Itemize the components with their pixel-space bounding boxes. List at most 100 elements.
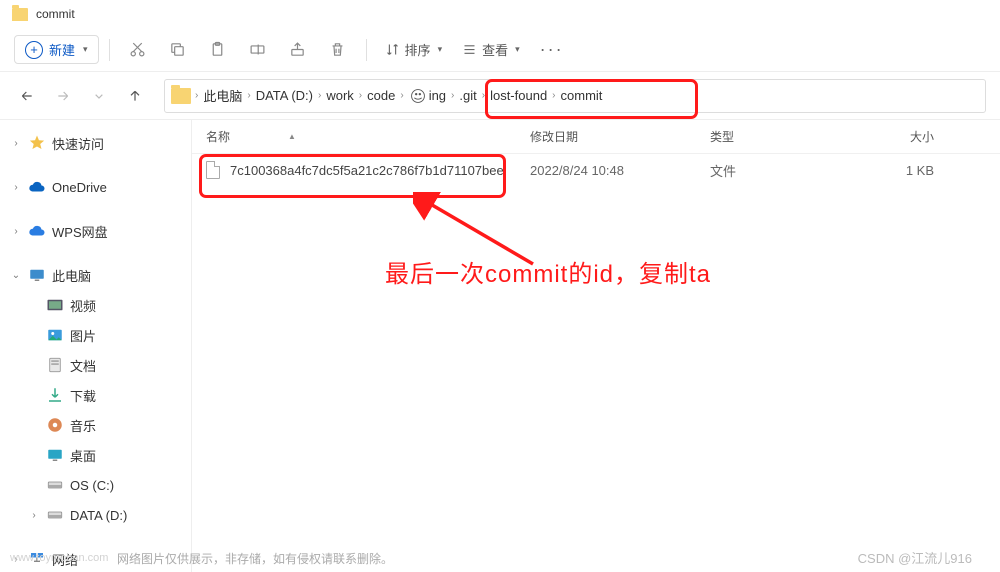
chevron-down-icon: ▾ [515,44,520,55]
sidebar-item-data[interactable]: › DATA (D:) [0,500,191,530]
header-size[interactable]: 大小 [836,128,946,145]
sidebar-item-onedrive[interactable]: › OneDrive [0,172,191,202]
separator [109,39,110,61]
sidebar-item-wps[interactable]: › WPS网盘 [0,216,191,246]
sort-asc-icon: ▲ [288,132,296,141]
chevron-right-icon: › [247,90,250,101]
sidebar-item-quick[interactable]: › 快速访问 [0,128,191,158]
bc-commit[interactable]: commit [560,86,604,105]
chevron-right-icon: › [10,182,22,193]
file-date: 2022/8/24 10:48 [516,163,696,178]
chevron-right-icon: › [28,510,40,521]
window-title: commit [36,7,75,21]
toolbar: + 新建 ▾ 排序 ▾ 查看 ▾ ··· [0,28,1000,72]
sidebar-item-pc[interactable]: ⌄ 此电脑 [0,260,191,290]
bc-pc[interactable]: 此电脑 [202,84,243,107]
sidebar-label: 音乐 [70,416,96,435]
file-type: 文件 [696,161,836,180]
chevron-down-icon: ▾ [83,44,88,55]
disk-icon [46,477,64,493]
sidebar-label: 图片 [70,326,96,345]
file-size: 1 KB [836,163,946,178]
video-icon [46,297,64,313]
chevron-right-icon: › [451,90,454,101]
bc-git[interactable]: .git [458,86,477,105]
bc-ing[interactable]: ing [428,86,447,105]
sidebar-item-pictures[interactable]: ›图片 [0,320,191,350]
document-icon [46,357,64,373]
new-label: 新建 [49,40,75,59]
view-button[interactable]: 查看 ▾ [454,36,528,63]
sidebar-item-desktop[interactable]: ›桌面 [0,440,191,470]
nav-row: › 此电脑 › DATA (D:) › work › code › ing › … [0,72,1000,120]
sidebar-label: 文档 [70,356,96,375]
back-button[interactable] [14,83,40,109]
sort-label: 排序 [405,40,431,59]
cloud-icon [28,223,46,239]
sidebar-label: 此电脑 [52,266,91,285]
rename-button[interactable] [240,34,276,66]
sidebar-label: OS (C:) [70,478,114,493]
plus-icon: + [25,41,43,59]
picture-icon [46,327,64,343]
sidebar-label: DATA (D:) [70,508,127,523]
share-button[interactable] [280,34,316,66]
bc-lost[interactable]: lost-found [489,86,548,105]
sort-button[interactable]: 排序 ▾ [377,36,451,63]
cloud-icon [28,179,46,195]
paste-button[interactable] [200,34,236,66]
bc-code[interactable]: code [366,86,396,105]
sidebar-label: 快速访问 [52,134,104,153]
forward-button[interactable] [50,83,76,109]
music-icon [46,417,64,433]
chevron-right-icon: › [318,90,321,101]
file-row[interactable]: 7c100368a4fc7dc5f5a21c2c786f7b1d71107bee… [192,154,1000,186]
sidebar-label: 下载 [70,386,96,405]
chevron-right-icon: › [195,90,198,101]
up-button[interactable] [122,83,148,109]
chevron-right-icon: › [359,90,362,101]
watermark-mid: 网络图片仅供展示，非存储，如有侵权请联系删除。 [117,550,393,567]
breadcrumb[interactable]: › 此电脑 › DATA (D:) › work › code › ing › … [164,79,986,113]
file-name: 7c100368a4fc7dc5f5a21c2c786f7b1d71107bee [230,163,504,178]
git-icon [406,85,430,107]
more-button[interactable]: ··· [532,39,572,60]
sidebar: ›快速访问 ›OneDrive ›WPS网盘 ⌄此电脑 ›视频 ›图片 ›文档 … [0,120,192,572]
disk-icon [46,507,64,523]
sidebar-item-video[interactable]: ›视频 [0,290,191,320]
folder-icon [12,8,28,21]
sidebar-item-downloads[interactable]: ›下载 [0,380,191,410]
bc-data[interactable]: DATA (D:) [255,86,314,105]
header-name[interactable]: 名称▲ [192,128,516,145]
bc-work[interactable]: work [325,86,354,105]
sidebar-label: OneDrive [52,180,107,195]
column-headers: 名称▲ 修改日期 类型 大小 [192,120,1000,154]
content-pane: 名称▲ 修改日期 类型 大小 7c100368a4fc7dc5f5a21c2c7… [192,120,1000,572]
monitor-icon [28,267,46,283]
sidebar-item-music[interactable]: ›音乐 [0,410,191,440]
cut-button[interactable] [120,34,156,66]
recent-button[interactable] [86,83,112,109]
download-icon [46,387,64,403]
sidebar-item-documents[interactable]: ›文档 [0,350,191,380]
sidebar-label: WPS网盘 [52,222,108,241]
delete-button[interactable] [320,34,356,66]
chevron-right-icon: › [10,138,22,149]
new-button[interactable]: + 新建 ▾ [14,35,99,64]
chevron-down-icon: ⌄ [10,270,22,281]
chevron-right-icon: › [552,90,555,101]
header-date[interactable]: 修改日期 [516,128,696,145]
sidebar-label: 视频 [70,296,96,315]
sidebar-item-osc[interactable]: ›OS (C:) [0,470,191,500]
watermark-right: CSDN @江流儿916 [858,548,972,567]
chevron-right-icon: › [10,226,22,237]
header-type[interactable]: 类型 [696,128,836,145]
folder-icon [171,88,191,104]
titlebar: commit [0,0,1000,28]
watermark-left: www.toymoban.com [10,552,108,564]
separator [366,39,367,61]
chevron-right-icon: › [400,90,403,101]
view-label: 查看 [482,40,508,59]
desktop-icon [46,447,64,463]
copy-button[interactable] [160,34,196,66]
